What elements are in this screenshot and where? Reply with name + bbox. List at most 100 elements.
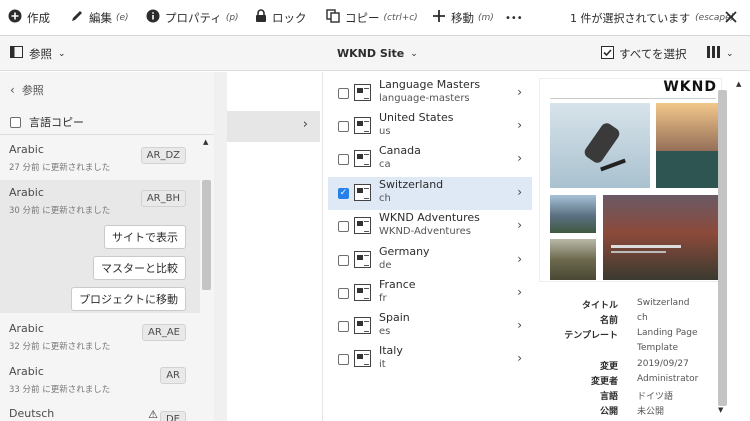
language-copy-checkbox[interactable]	[10, 116, 21, 128]
language-copy-option[interactable]: 言語コピー	[10, 114, 84, 130]
chevron-right-icon[interactable]: ›	[517, 85, 522, 99]
close-selection-button[interactable]	[725, 0, 737, 36]
skatepark-image	[656, 103, 721, 188]
row-title: Italy	[379, 344, 403, 357]
page-icon	[354, 284, 371, 301]
info-icon	[146, 9, 160, 27]
site-breadcrumb[interactable]: WKND Site ⌄	[337, 36, 418, 71]
row-title: United States	[379, 111, 454, 124]
action-bar: 作成 編集 (e) プロパティ (p) ロック コピー (ctrl+c) 移動 …	[0, 0, 750, 36]
chevron-right-icon[interactable]: ›	[517, 351, 522, 365]
column-row[interactable]: Germany de ›	[328, 244, 532, 277]
move-button[interactable]: 移動 (m)	[432, 0, 494, 36]
row-checkbox-checked[interactable]: ✓	[338, 188, 349, 199]
row-title: Germany	[379, 245, 430, 258]
landscape-image	[550, 239, 596, 280]
row-name: ca	[379, 159, 391, 170]
more-button[interactable]: •••	[505, 0, 523, 36]
back-link[interactable]: ‹ 参照	[10, 82, 44, 98]
properties-shortcut: (p)	[225, 13, 239, 23]
language-name: Arabic	[9, 365, 44, 378]
publish-value: 未公開	[637, 407, 665, 417]
chevron-right-icon[interactable]: ›	[517, 285, 522, 299]
modified-value: 2019/09/27	[637, 359, 689, 369]
chevron-right-icon[interactable]: ›	[517, 118, 522, 132]
language-tag: AR_DZ	[140, 147, 186, 164]
divider	[0, 134, 214, 135]
row-name: us	[379, 126, 391, 137]
column-row[interactable]: Italy it ›	[328, 343, 532, 376]
lock-button[interactable]: ロック	[255, 0, 307, 36]
compare-master-button[interactable]: マスターと比較	[93, 256, 186, 280]
language-copy-label: 言語コピー	[29, 116, 84, 129]
create-button[interactable]: 作成	[8, 0, 50, 36]
row-checkbox[interactable]	[338, 221, 349, 232]
list-item[interactable]: Deutsch ⚠ DE	[0, 402, 200, 421]
row-checkbox[interactable]	[338, 88, 349, 99]
list-item-selected[interactable]: Arabic 30 分前 に更新されました AR_BH サイトで表示 マスターと…	[0, 180, 200, 313]
list-item[interactable]: Arabic 33 分前 に更新されました AR	[0, 359, 200, 399]
list-item[interactable]: Arabic 32 分前 に更新されました AR_AE	[0, 316, 200, 356]
scroll-down-icon[interactable]: ▼	[718, 406, 723, 414]
view-on-site-button[interactable]: サイトで表示	[104, 225, 186, 249]
row-checkbox[interactable]	[338, 321, 349, 332]
language-tag: DE	[159, 411, 186, 421]
promote-project-button[interactable]: プロジェクトに移動	[71, 287, 186, 311]
scroll-up-icon[interactable]: ▲	[203, 138, 208, 146]
template-label: テンプレート	[564, 331, 618, 341]
column-row[interactable]: Spain es ›	[328, 310, 532, 343]
chevron-right-icon[interactable]: ›	[517, 252, 522, 266]
site-title: WKND Site	[337, 47, 405, 60]
row-title: Switzerland	[379, 178, 444, 191]
chevron-right-icon[interactable]: ›	[517, 318, 522, 332]
name-value: ch	[637, 313, 648, 323]
column-row[interactable]: United States us ›	[328, 110, 532, 143]
select-all-button[interactable]: すべてを選択	[601, 36, 687, 71]
move-shortcut: (m)	[478, 13, 494, 23]
references-toggle[interactable]: 参照 ⌄	[10, 36, 66, 71]
modifier-label: 変更者	[590, 377, 618, 387]
chevron-right-icon[interactable]: ›	[517, 218, 522, 232]
wknd-logo: WKND	[663, 79, 717, 95]
list-item[interactable]: Arabic 27 分前 に更新されました AR_DZ	[0, 137, 200, 177]
updated-time: 30 分前 に更新されました	[9, 206, 111, 216]
column-row[interactable]: WKND Adventures WKND-Adventures ›	[328, 210, 532, 243]
scroll-up-icon[interactable]: ▲	[736, 80, 741, 88]
row-checkbox[interactable]	[338, 288, 349, 299]
parent-row-selected[interactable]: ›	[227, 111, 320, 142]
chevron-right-icon[interactable]: ›	[517, 185, 522, 199]
edit-label: 編集	[89, 11, 112, 25]
updated-time: 27 分前 に更新されました	[9, 163, 111, 173]
lock-label: ロック	[272, 11, 307, 25]
column-row-selected[interactable]: ✓ Switzerland ch ›	[328, 177, 532, 210]
chevron-right-icon: ›	[302, 117, 308, 132]
edit-button[interactable]: 編集 (e)	[70, 0, 129, 36]
column-row[interactable]: Language Masters language-masters ›	[328, 77, 532, 110]
language-value: ドイツ語	[637, 392, 674, 402]
row-checkbox[interactable]	[338, 154, 349, 165]
chevron-right-icon[interactable]: ›	[517, 151, 522, 165]
column-row[interactable]: Canada ca ›	[328, 143, 532, 176]
preview-scrollbar-thumb[interactable]	[718, 90, 727, 406]
column-row[interactable]: France fr ›	[328, 277, 532, 310]
row-name: it	[379, 359, 386, 370]
row-checkbox[interactable]	[338, 354, 349, 365]
language-tag: AR_AE	[142, 324, 186, 341]
language-name: Deutsch	[9, 407, 55, 420]
close-icon	[725, 10, 737, 26]
row-name: de	[379, 260, 392, 271]
selection-count: 1 件が選択されています	[570, 12, 691, 25]
create-label: 作成	[27, 11, 50, 25]
column-parent: ›	[227, 72, 323, 421]
rail-scrollbar-thumb[interactable]	[202, 180, 211, 290]
view-switcher[interactable]: ⌄	[707, 36, 734, 71]
row-name: fr	[379, 293, 387, 304]
alert-icon: ⚠	[148, 408, 158, 421]
view-toolbar: 参照 ⌄ WKND Site ⌄ すべてを選択 ⌄	[0, 36, 750, 71]
properties-button[interactable]: プロパティ (p)	[146, 0, 239, 36]
rail-scrollbar[interactable]	[214, 72, 227, 421]
row-checkbox[interactable]	[338, 121, 349, 132]
lock-icon	[255, 9, 267, 27]
copy-button[interactable]: コピー (ctrl+c)	[326, 0, 418, 36]
row-checkbox[interactable]	[338, 255, 349, 266]
